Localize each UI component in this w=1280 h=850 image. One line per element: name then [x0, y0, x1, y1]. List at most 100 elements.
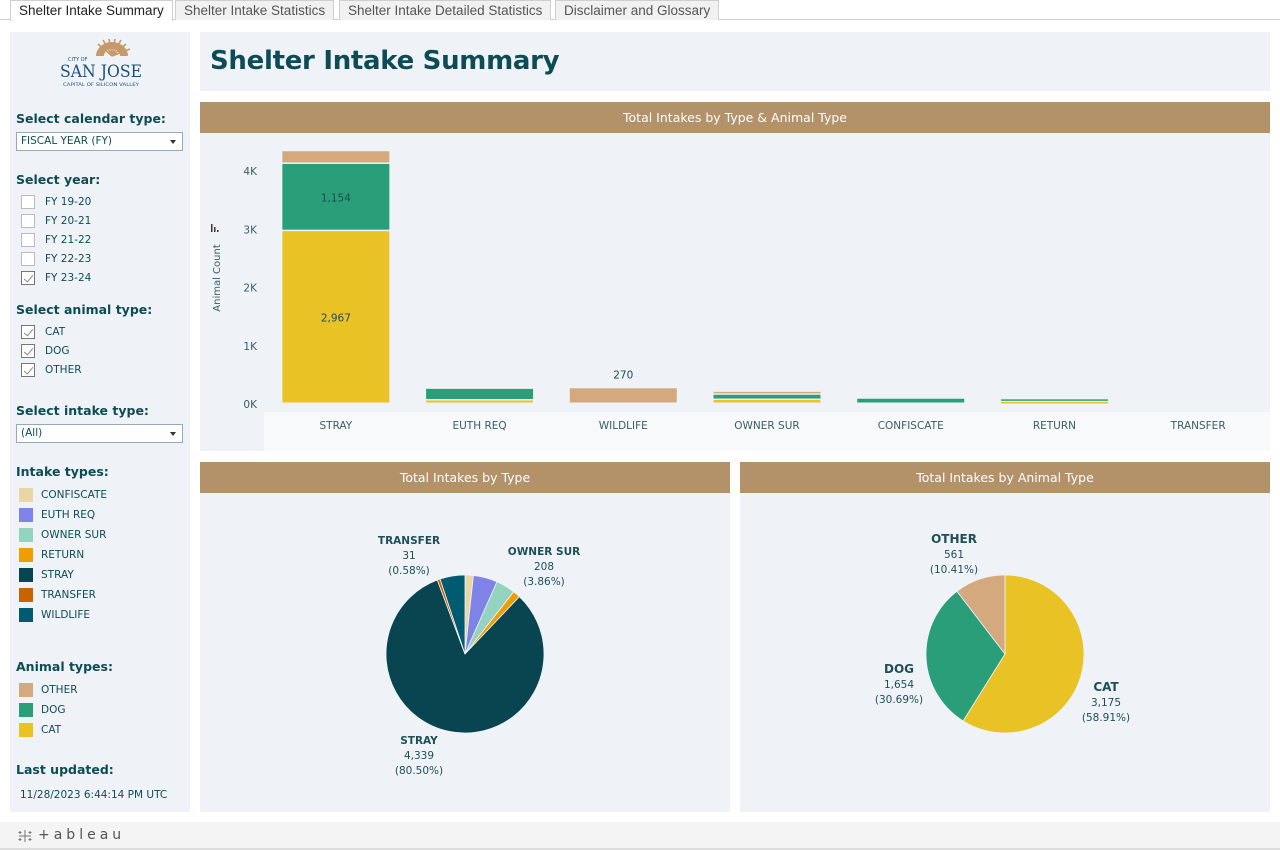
- data-label: 2,967: [321, 313, 351, 325]
- checkbox-label: FY 21-22: [45, 234, 92, 246]
- checkbox[interactable]: [21, 233, 35, 247]
- stacked-bar-chart[interactable]: 0K 1K 2K 3K 4K Animal Count STRAY EUTH REQ WILDL…: [200, 133, 1270, 451]
- pie-by-type-title: Total Intakes by Type: [200, 462, 730, 493]
- animal-checkbox-other[interactable]: OTHER: [21, 362, 82, 378]
- pie-by-type-panel: Total Intakes by Type TRANSFER 31 (0.58%) O…: [200, 462, 730, 812]
- pie-label-value: 208: [534, 561, 554, 573]
- legend-label: CONFISCATE: [41, 489, 107, 501]
- year-checkbox-fy23-24[interactable]: FY 23-24: [21, 270, 91, 286]
- legend-label: RETURN: [41, 549, 85, 561]
- legend-item-wildlife[interactable]: WILDLIFE: [19, 608, 90, 622]
- checkbox[interactable]: [21, 214, 35, 228]
- pie-label-percent: (80.50%): [395, 765, 443, 777]
- legend-item-stray[interactable]: STRAY: [19, 568, 74, 582]
- checkbox-checked[interactable]: [21, 271, 35, 285]
- legend-item-return[interactable]: RETURN: [19, 548, 84, 562]
- bar-segment-stray-other[interactable]: [282, 151, 390, 163]
- pie-label-name: OWNER SUR: [508, 546, 580, 558]
- pie-label-transfer: TRANSFER 31 (0.58%): [378, 535, 440, 577]
- checkbox-checked[interactable]: [21, 344, 35, 358]
- data-label: 270: [613, 369, 633, 381]
- pie-label-value: 561: [944, 549, 964, 561]
- pie-label-value: 1,654: [884, 679, 914, 691]
- checkbox-label: FY 23-24: [45, 272, 92, 284]
- checkbox-label: FY 20-21: [45, 215, 92, 227]
- bar-segment-euth-req-cat[interactable]: [426, 400, 534, 403]
- checkbox-label: FY 22-23: [45, 253, 92, 265]
- tab-disclaimer-and-glossary[interactable]: Disclaimer and Glossary: [555, 0, 720, 20]
- legend-item-euth-req[interactable]: EUTH REQ: [19, 508, 95, 522]
- x-tick-label: TRANSFER: [1170, 420, 1226, 432]
- checkbox-label: DOG: [45, 345, 70, 357]
- year-checkbox-fy20-21[interactable]: FY 20-21: [21, 213, 91, 229]
- year-checkbox-fy21-22[interactable]: FY 21-22: [21, 232, 91, 248]
- bar-segment-wildlife-other[interactable]: [569, 388, 677, 403]
- bar-segment-confiscate-dog[interactable]: [857, 398, 965, 403]
- legend-label: OWNER SUR: [41, 529, 107, 541]
- checkbox-label: OTHER: [45, 364, 82, 376]
- pie-label-name: STRAY: [400, 735, 438, 747]
- pie-label-percent: (58.91%): [1082, 712, 1130, 724]
- x-tick-label: CONFISCATE: [878, 420, 944, 432]
- legend-label: TRANSFER: [41, 589, 96, 601]
- legend-item-cat[interactable]: CAT: [19, 723, 61, 737]
- legend-item-transfer[interactable]: TRANSFER: [19, 588, 96, 602]
- tableau-brand-text[interactable]: +ableau: [38, 827, 125, 843]
- sort-icon[interactable]: [211, 224, 219, 232]
- pie-label-name: DOG: [884, 662, 914, 676]
- checkbox[interactable]: [21, 252, 35, 266]
- intake-type-dropdown[interactable]: (All): [16, 424, 183, 443]
- year-checkbox-fy19-20[interactable]: FY 19-20: [21, 194, 91, 210]
- bar-segment-owner-sur-cat[interactable]: [713, 400, 821, 403]
- animal-type-filter-label: Select animal type:: [16, 302, 153, 317]
- pie-label-dog: DOG 1,654 (30.69%): [875, 662, 923, 706]
- checkbox-label: FY 19-20: [45, 196, 92, 208]
- x-tick-label: RETURN: [1033, 420, 1076, 432]
- sunburst-icon: [96, 38, 131, 57]
- pie-label-name: TRANSFER: [378, 535, 440, 547]
- legend-item-dog[interactable]: DOG: [19, 703, 66, 717]
- animal-checkbox-cat[interactable]: CAT: [21, 324, 65, 340]
- legend-label: WILDLIFE: [41, 609, 91, 621]
- pie-chart-by-animal-type[interactable]: OTHER 561 (10.41%) DOG 1,654 (30.69%) CAT 3,175…: [740, 493, 1270, 812]
- bar-segment-return-cat[interactable]: [1000, 401, 1108, 404]
- legend-item-confiscate[interactable]: CONFISCATE: [19, 488, 107, 502]
- pie-label-name: CAT: [1093, 680, 1119, 694]
- tab-shelter-intake-statistics[interactable]: Shelter Intake Statistics: [175, 0, 335, 20]
- legend-label: STRAY: [41, 569, 74, 581]
- x-tick-label: OWNER SUR: [734, 420, 799, 432]
- legend-label: OTHER: [41, 684, 78, 696]
- bar-segment-owner-sur-dog[interactable]: [713, 394, 821, 399]
- logo-san-jose: SAN JOSE: [60, 62, 142, 82]
- bar-segment-return-dog[interactable]: [1000, 399, 1108, 401]
- calendar-type-dropdown[interactable]: FISCAL YEAR (FY): [16, 132, 183, 151]
- legend-item-owner-sur[interactable]: OWNER SUR: [19, 528, 106, 542]
- legend-swatch: [19, 683, 33, 697]
- calendar-type-label: Select calendar type:: [16, 111, 166, 126]
- checkbox-checked[interactable]: [21, 325, 35, 339]
- tab-shelter-intake-summary[interactable]: Shelter Intake Summary: [10, 0, 173, 21]
- pie-label-cat: CAT 3,175 (58.91%): [1082, 680, 1130, 724]
- logo-tagline: CAPITAL OF SILICON VALLEY: [63, 82, 140, 87]
- calendar-type-value: FISCAL YEAR (FY): [21, 135, 113, 147]
- bar-segment-euth-req-dog[interactable]: [426, 388, 534, 400]
- y-tick-label: 4K: [243, 166, 258, 178]
- animal-checkbox-dog[interactable]: DOG: [21, 343, 70, 359]
- year-checkbox-fy22-23[interactable]: FY 22-23: [21, 251, 91, 267]
- legend-swatch: [19, 588, 33, 602]
- legend-label: EUTH REQ: [41, 509, 96, 521]
- tab-shelter-intake-detailed-statistics[interactable]: Shelter Intake Detailed Statistics: [339, 0, 552, 20]
- legend-swatch: [19, 703, 33, 717]
- y-tick-label: 2K: [243, 283, 258, 295]
- legend-item-other[interactable]: OTHER: [19, 683, 78, 697]
- checkbox-checked[interactable]: [21, 363, 35, 377]
- pie-chart-by-intake-type[interactable]: TRANSFER 31 (0.58%) OWNER SUR 208 (3.86%) STRA…: [200, 493, 730, 812]
- legend-swatch: [19, 568, 33, 582]
- animal-types-legend-title: Animal types:: [16, 659, 113, 674]
- chevron-down-icon: [170, 432, 176, 436]
- pie-label-value: 4,339: [404, 750, 434, 762]
- pie-label-name: OTHER: [931, 532, 977, 546]
- tableau-footer: +ableau: [0, 822, 1280, 850]
- checkbox[interactable]: [21, 195, 35, 209]
- bar-segment-owner-sur-other[interactable]: [713, 391, 821, 394]
